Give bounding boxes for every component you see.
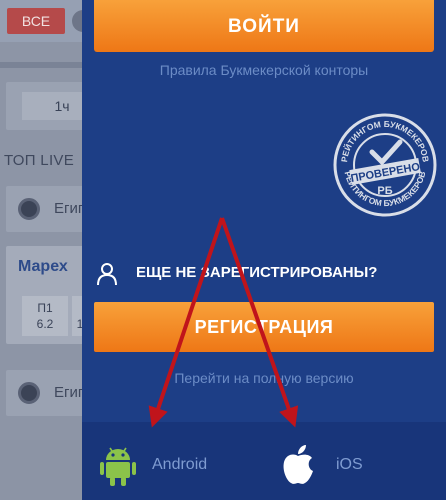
not-registered-text: ЕЩЕ НЕ ЗАРЕГИСТРИРОВАНЫ? [136, 264, 378, 281]
all-filter-button[interactable]: ВСЕ [7, 8, 65, 34]
odd-cell[interactable]: П1 6.2 [22, 296, 68, 336]
stamp-badge-text: РБ [377, 185, 392, 197]
football-icon [18, 198, 40, 220]
registration-prompt: ЕЩЕ НЕ ЗАРЕГИСТРИРОВАНЫ? [96, 260, 436, 288]
android-label: Android [152, 456, 208, 473]
odd-value: 6.2 [36, 317, 54, 331]
odd-label: П1 [37, 301, 53, 315]
android-app-link[interactable]: Android [98, 444, 238, 486]
register-button[interactable]: РЕГИСТРАЦИЯ [94, 302, 434, 352]
verified-stamp-icon: РЕЙТИНГОМ БУКМЕКЕРОВ РЕЙТИНГОМ БУКМЕКЕРО… [333, 113, 437, 217]
login-button[interactable]: ВОЙТИ [94, 0, 434, 52]
bookmaker-rules-link[interactable]: Правила Букмекерской конторы [82, 62, 446, 78]
user-icon [97, 263, 117, 286]
apple-icon [283, 445, 313, 484]
football-icon [18, 382, 40, 404]
full-version-link[interactable]: Перейти на полную версию [82, 370, 446, 386]
android-icon [100, 447, 136, 486]
top-live-title: ТОП LIVE [4, 152, 75, 169]
ios-app-link[interactable]: iOS [278, 444, 398, 484]
team-name: Марех [18, 258, 68, 275]
app-download-bar: Android iOS [82, 422, 446, 500]
ios-label: iOS [336, 456, 363, 473]
side-menu-panel: ВОЙТИ Правила Букмекерской конторы РЕЙТИ… [82, 0, 446, 500]
